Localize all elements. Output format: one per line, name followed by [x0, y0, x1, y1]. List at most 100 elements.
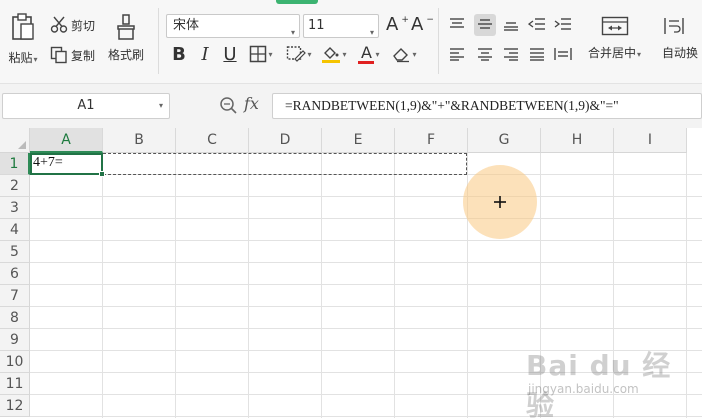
justify-button[interactable]: [526, 44, 548, 66]
outdent-icon: [527, 16, 546, 35]
copy-button[interactable]: 复制: [50, 46, 95, 64]
underline-button[interactable]: U: [220, 42, 240, 66]
cut-label: 剪切: [71, 18, 96, 33]
name-box-value: A1: [77, 98, 95, 113]
bold-button[interactable]: B: [168, 42, 190, 66]
borders-button[interactable]: ▾: [246, 42, 276, 66]
row-gridline: [30, 328, 702, 329]
align-top-button[interactable]: [446, 14, 468, 36]
column-header-f[interactable]: F: [395, 128, 468, 153]
bold-icon: B: [172, 43, 186, 65]
format-painter-button[interactable]: 格式刷: [108, 14, 144, 63]
paste-label: 粘贴: [8, 51, 33, 65]
chevron-down-icon: ▾: [369, 28, 374, 37]
formula-input[interactable]: =RANDBETWEEN(1,9)&"+"&RANDBETWEEN(1,9)&"…: [272, 93, 702, 119]
format-painter-label: 格式刷: [108, 48, 145, 62]
borders-icon: [249, 45, 267, 63]
name-box[interactable]: A1 ▾: [2, 93, 170, 119]
select-all-triangle-icon: [18, 141, 26, 149]
paste-button[interactable]: 粘贴▾: [4, 12, 42, 70]
column-gridline: [394, 153, 395, 418]
row-gridline: [30, 196, 702, 197]
align-middle-button[interactable]: [474, 14, 496, 36]
underline-icon: U: [223, 43, 237, 65]
clipboard-icon: [10, 12, 36, 42]
row-header-12[interactable]: 12: [0, 395, 30, 417]
align-left-icon: [449, 46, 465, 65]
watermark-logo-text: Bai du 经验: [526, 349, 672, 418]
column-gridline: [321, 153, 322, 418]
column-header-i[interactable]: I: [614, 128, 687, 153]
chevron-down-icon[interactable]: ▾: [159, 94, 163, 118]
column-header-g[interactable]: G: [468, 128, 541, 153]
zoom-magnifier-icon[interactable]: [219, 96, 237, 118]
align-middle-icon: [477, 16, 493, 35]
clear-format-button[interactable]: ▾: [388, 42, 420, 66]
font-size-select[interactable]: 11 ▾: [303, 14, 379, 38]
row-gridline: [30, 284, 702, 285]
chevron-down-icon: ▾: [342, 49, 347, 59]
merge-cells-icon: [601, 16, 629, 36]
font-name-select[interactable]: 宋体 ▾: [166, 14, 300, 38]
copy-marquee-range: [103, 153, 467, 175]
row-header-1[interactable]: 1: [0, 153, 30, 175]
italic-button[interactable]: I: [195, 42, 215, 66]
wrap-text-icon: [662, 16, 686, 36]
align-bottom-button[interactable]: [500, 14, 522, 36]
group-separator: [438, 8, 439, 74]
cell-style-button[interactable]: ▾: [282, 42, 316, 66]
row-header-4[interactable]: 4: [0, 219, 30, 241]
column-header-h[interactable]: H: [541, 128, 614, 153]
column-header-d[interactable]: D: [249, 128, 322, 153]
row-header-8[interactable]: 8: [0, 307, 30, 329]
chevron-down-icon: ▾: [290, 28, 295, 37]
chevron-down-icon[interactable]: ▾: [34, 55, 38, 64]
merge-center-label: 合并居中: [588, 46, 637, 60]
watermark-url: jingyan.baidu.com: [528, 382, 639, 396]
column-header-e[interactable]: E: [322, 128, 395, 153]
column-header-b[interactable]: B: [103, 128, 176, 153]
decrease-indent-button[interactable]: [526, 14, 548, 36]
increase-indent-button[interactable]: [552, 14, 574, 36]
column-gridline: [248, 153, 249, 418]
group-separator: [158, 8, 159, 74]
merge-center-button[interactable]: 合并居中▾: [588, 16, 641, 61]
row-header-9[interactable]: 9: [0, 329, 30, 351]
select-all-corner[interactable]: [0, 128, 30, 153]
row-gridline: [30, 306, 702, 307]
row-header-2[interactable]: 2: [0, 175, 30, 197]
align-top-icon: [449, 16, 465, 35]
row-header-11[interactable]: 11: [0, 373, 30, 395]
align-left-button[interactable]: [446, 44, 468, 66]
crosshair-cursor-icon: [492, 194, 508, 210]
align-bottom-icon: [503, 16, 519, 35]
column-header-a[interactable]: A: [30, 128, 103, 153]
increase-font-size-button[interactable]: A +: [386, 14, 409, 35]
font-size-value: 11: [308, 18, 325, 33]
distributed-icon: [554, 46, 572, 65]
decrease-font-size-button[interactable]: A −: [411, 14, 434, 35]
column-gridline: [102, 153, 103, 418]
column-header-c[interactable]: C: [176, 128, 249, 153]
align-right-button[interactable]: [500, 44, 522, 66]
row-header-3[interactable]: 3: [0, 197, 30, 219]
cut-button[interactable]: 剪切: [50, 16, 95, 34]
row-header-7[interactable]: 7: [0, 285, 30, 307]
wrap-text-button[interactable]: 自动换: [662, 16, 698, 61]
fill-handle[interactable]: [99, 171, 105, 177]
distributed-align-button[interactable]: [552, 44, 574, 66]
row-header-6[interactable]: 6: [0, 263, 30, 285]
fill-color-button[interactable]: ▾: [318, 42, 350, 66]
copy-icon: [50, 46, 68, 64]
insert-function-button[interactable]: fx: [244, 94, 259, 113]
paint-bucket-icon: [321, 44, 341, 64]
column-gridline: [175, 153, 176, 418]
font-name-value: 宋体: [173, 18, 200, 33]
minus-superscript-icon: −: [426, 14, 434, 25]
chevron-down-icon: ▾: [412, 49, 417, 59]
align-center-button[interactable]: [474, 44, 496, 66]
grow-font-icon: A: [386, 14, 399, 35]
font-color-button[interactable]: A ▾: [354, 42, 384, 66]
row-header-10[interactable]: 10: [0, 351, 30, 373]
row-header-5[interactable]: 5: [0, 241, 30, 263]
